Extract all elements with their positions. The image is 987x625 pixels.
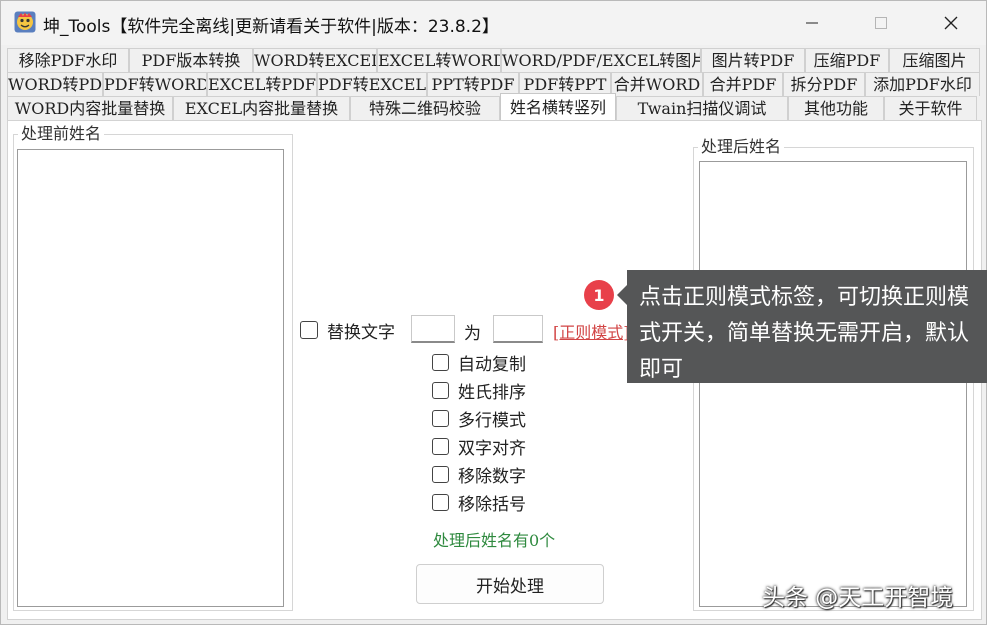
- option-remove-brackets-box[interactable]: [432, 493, 449, 511]
- tab-compress-image[interactable]: 压缩图片: [889, 48, 980, 72]
- regex-mode-link[interactable]: [正则模式]: [553, 319, 630, 343]
- maximize-icon: [875, 17, 887, 29]
- tab-image-to-pdf[interactable]: 图片转PDF: [701, 48, 805, 72]
- option-multiline-mode-label: 多行模式: [458, 410, 526, 431]
- option-remove-digits[interactable]: 移除数字: [432, 463, 526, 487]
- close-icon: [944, 16, 958, 30]
- tab-merge-word[interactable]: 合并WORD: [611, 72, 703, 96]
- option-surname-sort-box[interactable]: [432, 381, 449, 399]
- option-two-char-align-label: 双字对齐: [458, 438, 526, 459]
- tab-row-1: 移除PDF水印 PDF版本转换 WORD转EXCEL EXCEL转WORD WO…: [7, 48, 980, 72]
- tab-merge-pdf[interactable]: 合并PDF: [703, 72, 783, 96]
- tab-pdf-version-convert[interactable]: PDF版本转换: [129, 48, 253, 72]
- tab-word-batch-replace[interactable]: WORD内容批量替换: [7, 96, 173, 120]
- option-auto-copy[interactable]: 自动复制: [432, 351, 526, 375]
- replace-to-input[interactable]: [493, 315, 543, 343]
- tab-row-2: WORD转PDF PDF转WORD EXCEL转PDF PDF转EXCEL PP…: [7, 72, 980, 96]
- tab-about-software[interactable]: 关于软件: [884, 96, 977, 120]
- option-surname-sort-label: 姓氏排序: [458, 382, 526, 403]
- option-multiline-mode[interactable]: 多行模式: [432, 407, 526, 431]
- tab-excel-to-pdf[interactable]: EXCEL转PDF: [207, 72, 317, 96]
- replace-from-input[interactable]: [411, 315, 455, 343]
- after-names-textbox[interactable]: [699, 161, 967, 607]
- option-multiline-mode-box[interactable]: [432, 409, 449, 427]
- tab-split-pdf[interactable]: 拆分PDF: [783, 72, 865, 96]
- source-watermark: 头条 @天工开智境: [762, 585, 954, 611]
- maximize-button[interactable]: [858, 1, 904, 45]
- replace-text-label: 替换文字: [327, 322, 395, 343]
- option-remove-brackets-label: 移除括号: [458, 494, 526, 515]
- tab-row-3: WORD内容批量替换 EXCEL内容批量替换 特殊二维码校验 姓名横转竖列 Tw…: [7, 93, 977, 120]
- app-logo-icon: [14, 11, 36, 33]
- option-auto-copy-label: 自动复制: [458, 354, 526, 375]
- title-bar[interactable]: 坤_Tools【软件完全离线|更新请看关于软件|版本：23.8.2】: [1, 1, 986, 45]
- minimize-icon: [806, 22, 818, 24]
- tab-remove-pdf-watermark[interactable]: 移除PDF水印: [7, 48, 129, 72]
- tab-twain-scanner-debug[interactable]: Twain扫描仪调试: [616, 96, 788, 120]
- replace-text-checkbox-box[interactable]: [300, 321, 318, 339]
- tab-name-horizontal-to-vertical[interactable]: 姓名横转竖列: [500, 93, 616, 120]
- tab-word-to-excel[interactable]: WORD转EXCEL: [253, 48, 377, 72]
- result-count-status: 处理后姓名有0个: [433, 531, 556, 550]
- after-names-label: 处理后姓名: [701, 137, 782, 156]
- window-title: 坤_Tools【软件完全离线|更新请看关于软件|版本：23.8.2】: [43, 17, 499, 37]
- option-two-char-align-box[interactable]: [432, 437, 449, 455]
- tab-pdf-to-word[interactable]: PDF转WORD: [103, 72, 207, 96]
- regex-hint-tooltip: 点击正则模式标签，可切换正则模式开关，简单替换无需开启，默认即可: [627, 270, 987, 383]
- replace-to-label: 为: [464, 324, 481, 344]
- option-remove-digits-box[interactable]: [432, 465, 449, 483]
- minimize-button[interactable]: [789, 1, 835, 45]
- option-remove-digits-label: 移除数字: [458, 466, 526, 487]
- tab-add-pdf-watermark[interactable]: 添加PDF水印: [865, 72, 980, 96]
- tab-word-to-pdf[interactable]: WORD转PDF: [7, 72, 103, 96]
- tab-excel-to-word[interactable]: EXCEL转WORD: [377, 48, 501, 72]
- tab-doc-to-image[interactable]: WORD/PDF/EXCEL转图片: [501, 48, 701, 72]
- before-names-textbox[interactable]: [17, 149, 284, 607]
- close-button[interactable]: [928, 1, 974, 45]
- tab-other-functions[interactable]: 其他功能: [788, 96, 884, 120]
- tab-compress-pdf[interactable]: 压缩PDF: [805, 48, 889, 72]
- tab-excel-batch-replace[interactable]: EXCEL内容批量替换: [173, 96, 350, 120]
- start-process-button[interactable]: 开始处理: [416, 564, 604, 604]
- tab-pdf-to-excel[interactable]: PDF转EXCEL: [317, 72, 427, 96]
- option-remove-brackets[interactable]: 移除括号: [432, 491, 526, 515]
- option-auto-copy-box[interactable]: [432, 353, 449, 371]
- replace-text-checkbox[interactable]: 替换文字: [300, 319, 395, 343]
- before-names-label: 处理前姓名: [21, 124, 102, 143]
- tab-qrcode-check[interactable]: 特殊二维码校验: [350, 96, 500, 120]
- option-surname-sort[interactable]: 姓氏排序: [432, 379, 526, 403]
- option-two-char-align[interactable]: 双字对齐: [432, 435, 526, 459]
- tooltip-step-badge: 1: [584, 280, 614, 310]
- tooltip-arrow: [617, 285, 627, 305]
